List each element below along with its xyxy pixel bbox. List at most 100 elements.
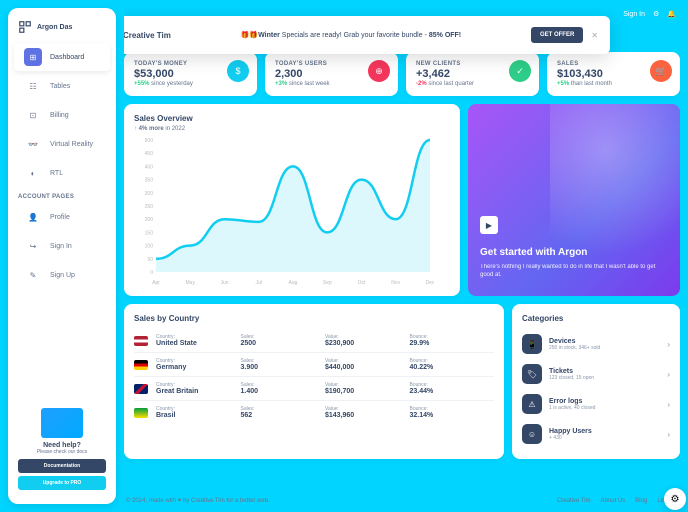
svg-text:300: 300 — [145, 191, 154, 197]
svg-text:Oct: Oct — [358, 280, 366, 286]
list-item[interactable]: ☺Happy Users+ 430› — [522, 419, 670, 449]
svg-text:500: 500 — [145, 138, 154, 144]
signin-link[interactable]: Sign In — [623, 11, 645, 18]
flag-icon — [134, 336, 148, 346]
sidebar-item-billing[interactable]: ⊡Billing — [14, 101, 110, 129]
sidebar-item-dashboard[interactable]: ⊞ Dashboard — [14, 43, 110, 71]
brand-text: Argon Das — [37, 24, 72, 31]
rocket-icon: ▶ — [480, 216, 498, 234]
chevron-right-icon: › — [667, 430, 670, 439]
help-title: Need help? — [18, 442, 106, 449]
brand-logo: Argon Das — [8, 16, 116, 42]
nav-label: RTL — [50, 170, 63, 177]
stat-card: SALES$103,430+5% than last month🛒 — [547, 52, 680, 96]
gear-icon[interactable]: ⚙ — [653, 10, 659, 18]
svg-text:100: 100 — [145, 244, 154, 250]
svg-text:200: 200 — [145, 217, 154, 223]
copyright: © 2024, made with ♥ by Creative Tim for … — [126, 498, 270, 504]
upgrade-pro-button[interactable]: Upgrade to PRO — [18, 476, 106, 490]
sidebar-item-rtl[interactable]: ◐ RTL — [14, 159, 110, 187]
svg-text:450: 450 — [145, 151, 154, 157]
sidebar-item-tables[interactable]: ☷ Tables — [14, 72, 110, 100]
stat-delta: +55% since yesterday — [134, 81, 247, 87]
svg-text:150: 150 — [145, 230, 154, 236]
svg-text:Dec: Dec — [426, 280, 434, 286]
get-started-card[interactable]: ▶ Get started with Argon There's nothing… — [468, 104, 680, 296]
nav-icon: 👓 — [24, 135, 42, 153]
nav-icon: ◐ — [24, 164, 42, 182]
footer: © 2024, made with ♥ by Creative Tim for … — [124, 494, 680, 504]
svg-text:Nov: Nov — [391, 280, 400, 286]
svg-text:Sep: Sep — [323, 280, 332, 286]
table-row: Country:BrasilSales:562Value:$143,960Bou… — [134, 401, 494, 424]
category-icon: ⚠ — [522, 394, 542, 414]
documentation-button[interactable]: Documentation — [18, 459, 106, 473]
list-item[interactable]: ⚠Error logs1 is active, 40 closed› — [522, 389, 670, 419]
nav-icon: ☷ — [24, 77, 42, 95]
nav-label: Dashboard — [50, 54, 84, 61]
nav-icon: 👤 — [24, 208, 42, 226]
footer-link[interactable]: Blog — [635, 498, 647, 504]
stat-icon: ⊕ — [368, 60, 390, 82]
svg-text:Jul: Jul — [256, 280, 262, 286]
stat-card: TODAY'S MONEY$53,000+55% since yesterday… — [124, 52, 257, 96]
sidebar-item-sign-in[interactable]: ↪Sign In — [14, 232, 110, 260]
stat-icon: 🛒 — [650, 60, 672, 82]
promo-brand-text: Creative Tim — [124, 31, 171, 40]
list-item[interactable]: 🏷Tickets123 closed, 15 open› — [522, 359, 670, 389]
help-illustration — [41, 408, 83, 438]
stat-delta: +5% than last month — [557, 81, 670, 87]
stats-row: TODAY'S MONEY$53,000+55% since yesterday… — [124, 52, 680, 96]
svg-text:50: 50 — [147, 257, 153, 263]
nav-label: Sign Up — [50, 272, 75, 279]
sidebar-help: Need help? Please check our docs Documen… — [8, 402, 116, 496]
categories-title: Categories — [522, 314, 670, 323]
footer-link[interactable]: Creative Tim — [557, 498, 591, 504]
svg-text:350: 350 — [145, 178, 154, 184]
sidebar-item-sign-up[interactable]: ✎ Sign Up — [14, 261, 110, 289]
footer-link[interactable]: About Us — [601, 498, 626, 504]
svg-text:May: May — [186, 280, 196, 286]
nav-icon: ⊞ — [24, 48, 42, 66]
get-offer-button[interactable]: GET OFFER — [531, 27, 583, 43]
nav-section-title: ACCOUNT PAGES — [8, 188, 116, 202]
table-row: Country:Great BritainSales:1.400Value:$1… — [134, 377, 494, 401]
nav-icon: ✎ — [24, 266, 42, 284]
settings-fab[interactable]: ⚙ — [664, 488, 686, 510]
list-item[interactable]: 📱Devices250 in stock, 346+ sold› — [522, 329, 670, 359]
table-row: Country:United StateSales:2500Value:$230… — [134, 329, 494, 353]
close-icon[interactable]: ✕ — [591, 31, 598, 40]
bell-icon[interactable]: 🔔 — [667, 10, 676, 18]
chevron-right-icon: › — [667, 400, 670, 409]
category-icon: 🏷 — [522, 364, 542, 384]
nav-label: Virtual Reality — [50, 141, 93, 148]
brand-icon — [18, 20, 32, 34]
sidebar-item-profile[interactable]: 👤 Profile — [14, 203, 110, 231]
chart-title: Sales Overview — [134, 114, 450, 123]
nav-label: Tables — [50, 83, 70, 90]
stat-icon: ✓ — [509, 60, 531, 82]
stat-delta: +3% since last week — [275, 81, 388, 87]
stat-card: NEW CLIENTS+3,462-2% since last quarter✓ — [406, 52, 539, 96]
chart-subtitle: ↑ 4% more in 2022 — [134, 126, 450, 132]
flag-icon — [134, 408, 148, 418]
sales-chart: 050100150200250300350400450500AprMayJunJ… — [134, 136, 434, 286]
nav-label: Sign In — [50, 243, 72, 250]
category-icon: ☺ — [522, 424, 542, 444]
svg-text:400: 400 — [145, 164, 154, 170]
nav-icon: ⊡ — [24, 106, 42, 124]
stat-delta: -2% since last quarter — [416, 81, 529, 87]
sales-overview-card: Sales Overview ↑ 4% more in 2022 0 50 100 1… — [124, 104, 460, 296]
nav-label: Profile — [50, 214, 70, 221]
country-card-title: Sales by Country — [134, 314, 494, 323]
promo-text: 🎁🎁Winter Specials are ready! Grab your f… — [171, 31, 531, 39]
svg-text:Aug: Aug — [289, 280, 298, 286]
promo-brand: Creative Tim — [124, 24, 171, 46]
sidebar: Argon Das ⊞ Dashboard ☷ Tables ⊡Billing 👓 Virt… — [8, 8, 116, 504]
chevron-right-icon: › — [667, 340, 670, 349]
sidebar-item-virtual-reality[interactable]: 👓 Virtual Reality — [14, 130, 110, 158]
table-row: Country:GermanySales:3.900Value:$440,000… — [134, 353, 494, 377]
svg-text:0: 0 — [150, 270, 153, 276]
categories-card: Categories 📱Devices250 in stock, 346+ so… — [512, 304, 680, 459]
chevron-right-icon: › — [667, 370, 670, 379]
